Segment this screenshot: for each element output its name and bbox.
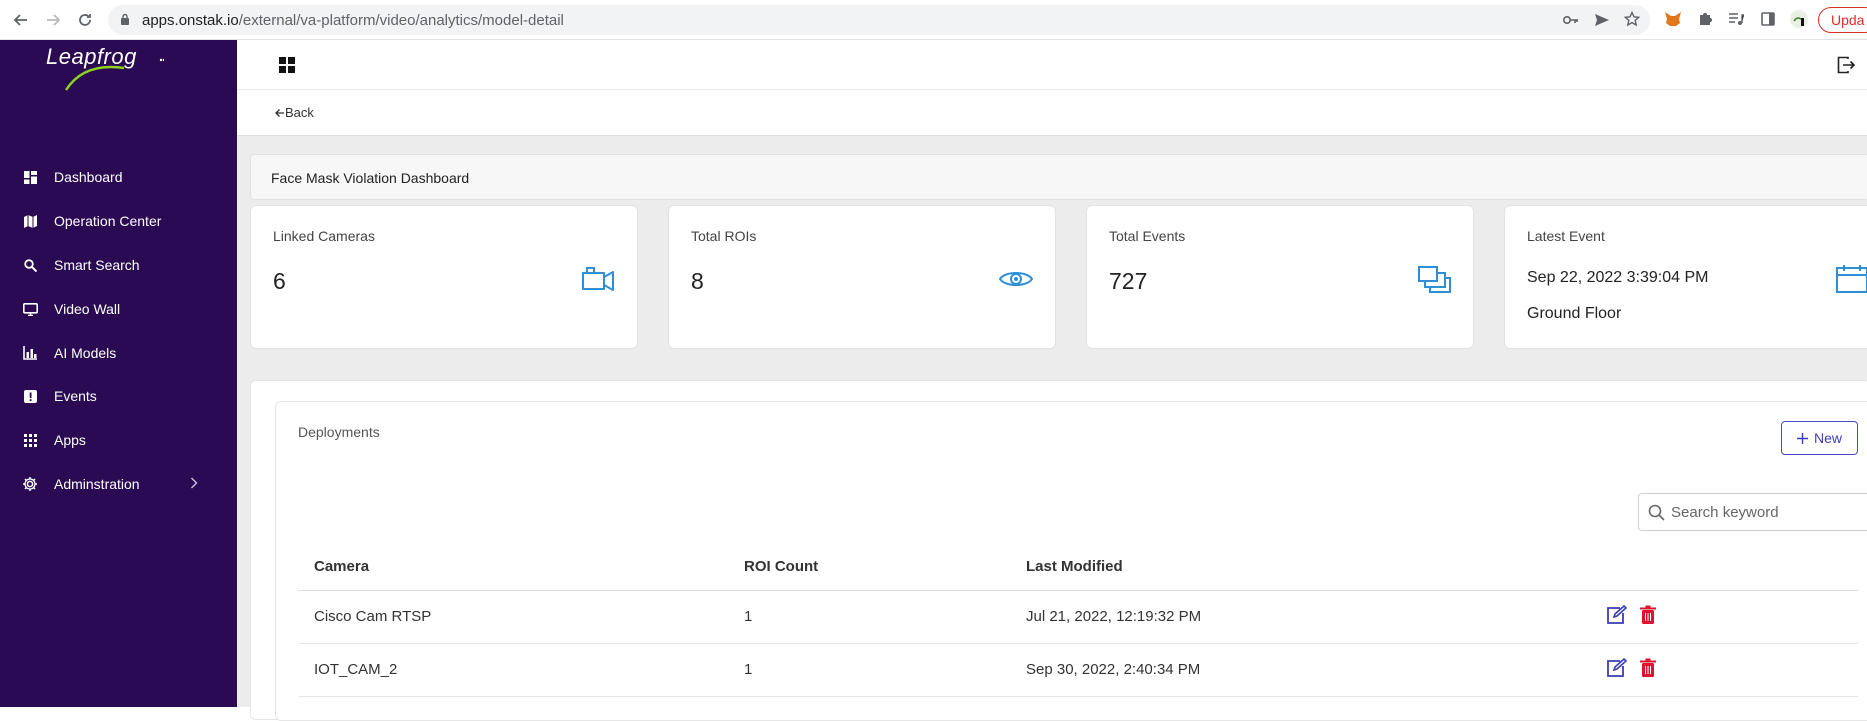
delete-icon[interactable]	[1640, 605, 1662, 625]
edit-icon[interactable]	[1606, 604, 1628, 625]
back-arrow-icon	[275, 109, 284, 117]
sidebar-item-dashboard[interactable]: Dashboard	[0, 157, 237, 197]
sidebar-item-label: Video Wall	[54, 301, 121, 317]
search-icon	[1648, 504, 1665, 521]
map-icon	[22, 213, 38, 229]
leapfrog-logo: Leapfrog	[46, 44, 166, 92]
calendar-icon	[1836, 265, 1867, 293]
deployments-panel: Deployments New Camera ROI Count Last Mo…	[275, 401, 1867, 721]
sidebar-item-label: Events	[54, 388, 97, 404]
chevron-right-icon	[190, 476, 198, 492]
last-modified-cell: Sep 30, 2022, 2:40:34 PM	[1010, 643, 1590, 697]
sidebar-item-label: Dashboard	[54, 169, 123, 185]
side-panel-icon[interactable]	[1758, 9, 1778, 29]
actions-cell	[1590, 590, 1858, 644]
url-text: apps.onstak.io/external/va-platform/vide…	[142, 12, 564, 29]
sidebar-item-label: Adminstration	[54, 476, 140, 492]
copy-stack-icon	[1418, 266, 1451, 293]
actions-cell	[1590, 643, 1858, 697]
camera-cell: Cisco Cam RTSP	[298, 590, 728, 644]
last-modified-cell: Jul 21, 2022, 12:19:32 PM	[1010, 590, 1590, 644]
roi-count-cell: 1	[728, 643, 1010, 697]
lock-icon	[121, 13, 129, 25]
metamask-fox-icon[interactable]	[1663, 9, 1683, 29]
sidebar: Leapfrog Dashboard Operation Center Smar…	[0, 40, 237, 707]
monitor-icon	[22, 301, 38, 317]
chart-icon	[22, 345, 38, 361]
browser-toolbar: apps.onstak.io/external/va-platform/vide…	[0, 0, 1867, 40]
new-deployment-button[interactable]: New	[1781, 421, 1858, 455]
delete-icon[interactable]	[1640, 658, 1662, 678]
sidebar-item-adminstration[interactable]: Adminstration	[0, 464, 237, 504]
table-row: IOT_CAM_2 1 Sep 30, 2022, 2:40:34 PM	[298, 643, 1858, 697]
gear-icon	[22, 476, 38, 492]
table-row: Cisco Cam RTSP 1 Jul 21, 2022, 12:19:32 …	[298, 590, 1858, 644]
card-label: Total ROIs	[691, 228, 757, 244]
sidebar-item-label: Smart Search	[54, 257, 140, 273]
back-bar: Back	[237, 90, 1867, 136]
send-icon[interactable]	[1594, 12, 1610, 28]
column-header-camera: Camera	[298, 544, 728, 591]
sidebar-item-label: Operation Center	[54, 213, 162, 229]
puzzle-extensions-icon[interactable]	[1695, 9, 1715, 29]
sidebar-item-ai-models[interactable]: AI Models	[0, 333, 237, 373]
media-queue-icon[interactable]	[1726, 9, 1746, 29]
roi-count-cell: 1	[728, 590, 1010, 644]
card-label: Latest Event	[1527, 228, 1605, 244]
reload-icon[interactable]	[73, 8, 97, 32]
edit-icon[interactable]	[1606, 657, 1628, 678]
search-field[interactable]	[1638, 493, 1867, 531]
card-value: 6	[273, 268, 286, 294]
card-label: Linked Cameras	[273, 228, 375, 244]
main-content: Face Mask Violation Dashboard Linked Cam…	[237, 136, 1867, 721]
camera-cell: IOT_CAM_2	[298, 643, 728, 697]
latest-event-time: Sep 22, 2022 3:39:04 PM	[1527, 269, 1709, 286]
search-icon	[22, 257, 38, 273]
sidebar-item-video-wall[interactable]: Video Wall	[0, 289, 237, 329]
sidebar-item-operation-center[interactable]: Operation Center	[0, 201, 237, 241]
sidebar-item-label: AI Models	[54, 345, 117, 361]
page-title: Face Mask Violation Dashboard	[271, 170, 470, 186]
app-grid-icon[interactable]	[279, 57, 295, 73]
card-value: 8	[691, 268, 704, 294]
linked-cameras-card: Linked Cameras 6	[250, 205, 638, 349]
star-icon[interactable]	[1624, 11, 1640, 27]
latest-event-card: Latest Event Sep 22, 2022 3:39:04 PM Gro…	[1504, 205, 1867, 349]
search-input[interactable]	[1671, 502, 1867, 522]
column-header-actions	[1590, 544, 1858, 591]
plus-icon	[1796, 432, 1808, 444]
eye-icon	[999, 272, 1033, 286]
back-link[interactable]: Back	[275, 105, 314, 120]
total-rois-card: Total ROIs 8	[668, 205, 1056, 349]
update-button[interactable]: Upda	[1818, 7, 1867, 33]
deployments-title: Deployments	[298, 424, 380, 440]
forward-arrow-icon[interactable]	[41, 8, 65, 32]
card-label: Total Events	[1109, 228, 1186, 244]
sidebar-item-events[interactable]: Events	[0, 376, 237, 416]
address-bar[interactable]: apps.onstak.io/external/va-platform/vide…	[108, 5, 1650, 35]
page-title-bar: Face Mask Violation Dashboard	[250, 154, 1867, 200]
deployments-table: Camera ROI Count Last Modified Cisco Cam…	[298, 544, 1858, 697]
alert-icon	[22, 388, 38, 404]
key-icon[interactable]	[1563, 12, 1579, 28]
column-header-roi-count: ROI Count	[728, 544, 1010, 591]
logout-icon[interactable]	[1837, 56, 1855, 74]
latest-event-location: Ground Floor	[1527, 305, 1622, 322]
back-arrow-icon[interactable]	[9, 8, 33, 32]
deployments-section: Deployments New Camera ROI Count Last Mo…	[250, 380, 1867, 721]
sidebar-item-label: Apps	[54, 432, 86, 448]
sidebar-item-smart-search[interactable]: Smart Search	[0, 245, 237, 285]
video-camera-icon	[582, 267, 614, 291]
apps-grid-icon	[22, 432, 38, 448]
table-header-row: Camera ROI Count Last Modified	[298, 544, 1858, 591]
column-header-last-modified: Last Modified	[1010, 544, 1590, 591]
total-events-card: Total Events 727	[1086, 205, 1474, 349]
top-bar	[237, 40, 1867, 90]
card-value: 727	[1109, 268, 1148, 294]
sidebar-item-apps[interactable]: Apps	[0, 420, 237, 460]
profile-avatar-icon[interactable]	[1789, 9, 1809, 29]
new-button-label: New	[1813, 430, 1842, 446]
dashboard-icon	[22, 169, 38, 185]
